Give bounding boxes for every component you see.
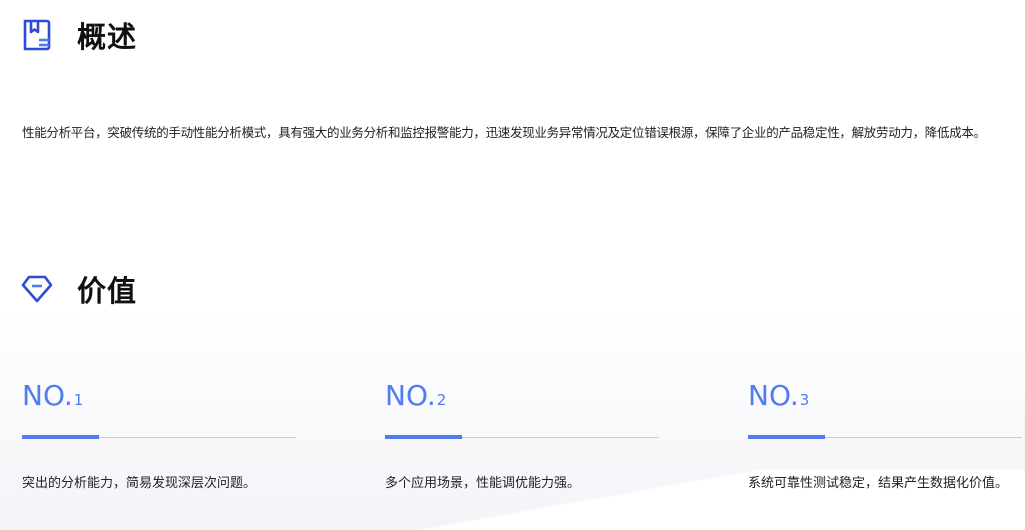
overview-section-header: 概述 <box>21 14 137 56</box>
card-number: 2 <box>436 391 447 409</box>
card-divider <box>748 435 1022 439</box>
bookmark-book-icon <box>21 19 53 51</box>
value-card-2: NO.2 多个应用场景，性能调优能力强。 <box>385 378 659 497</box>
card-description: 多个应用场景，性能调优能力强。 <box>385 476 581 491</box>
card-divider <box>22 435 296 439</box>
card-number: 3 <box>799 391 810 409</box>
card-description: 突出的分析能力，简易发现深层次问题。 <box>22 476 257 491</box>
card-prefix: NO. <box>748 379 799 412</box>
card-prefix: NO. <box>22 379 73 412</box>
value-section-header: 价值 <box>21 268 137 310</box>
card-number: 1 <box>73 391 84 409</box>
value-card-3: NO.3 系统可靠性测试稳定，结果产生数据化价值。 <box>748 378 1022 497</box>
diamond-icon <box>21 273 53 305</box>
card-number-label: NO.3 <box>748 378 1022 414</box>
overview-description: 性能分析平台，突破传统的手动性能分析模式，具有强大的业务分析和监控报警能力，迅速… <box>22 125 986 140</box>
card-number-label: NO.2 <box>385 378 659 414</box>
value-title: 价值 <box>77 274 138 308</box>
card-description: 系统可靠性测试稳定，结果产生数据化价值。 <box>748 476 1009 491</box>
overview-title: 概述 <box>77 20 138 54</box>
card-prefix: NO. <box>385 379 436 412</box>
card-number-label: NO.1 <box>22 378 296 414</box>
card-divider <box>385 435 659 439</box>
value-card-1: NO.1 突出的分析能力，简易发现深层次问题。 <box>22 378 296 497</box>
